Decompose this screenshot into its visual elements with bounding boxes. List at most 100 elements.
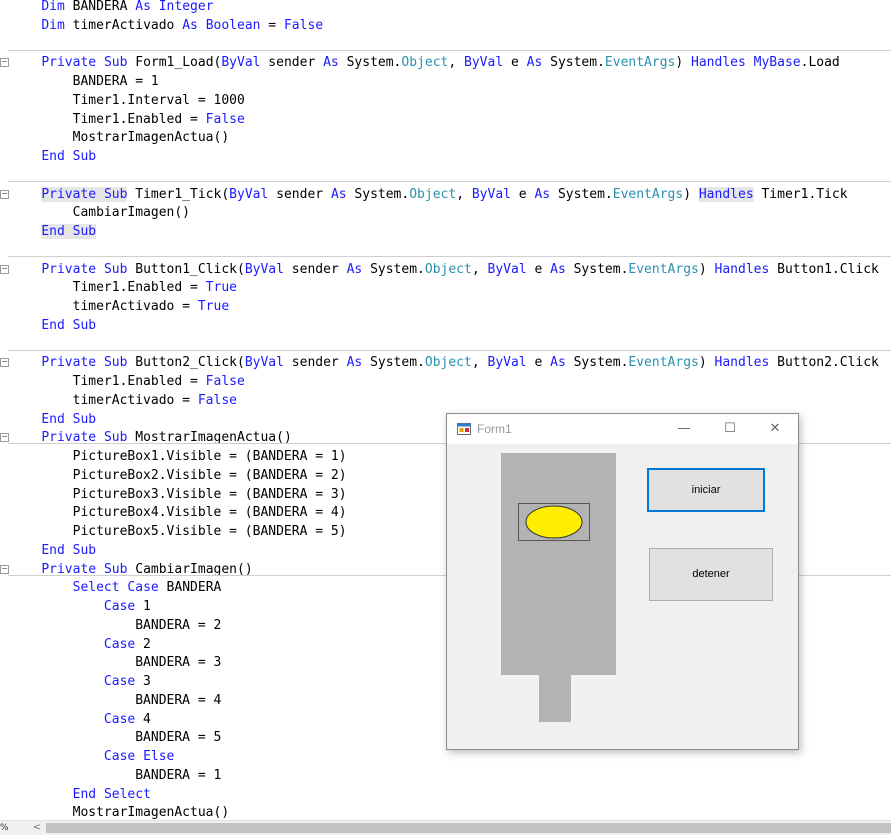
code-line[interactable]: Private Sub Timer1_Tick(ByVal sender As … <box>0 185 891 204</box>
code-token: , <box>471 355 488 371</box>
code-line[interactable]: Timer1.Enabled = False <box>0 110 891 129</box>
code-token: System. <box>362 261 425 277</box>
code-line-text: Private Sub Button2_Click(ByVal sender A… <box>10 353 879 372</box>
code-token: , <box>456 186 472 202</box>
collapse-toggle-icon[interactable]: − <box>0 58 9 68</box>
window-title: Form1 <box>477 422 512 436</box>
keyword-token: ByVal <box>229 186 269 202</box>
code-line[interactable]: timerActivado = False <box>0 391 891 410</box>
keyword-token: As <box>330 186 347 202</box>
code-token: System. <box>565 355 629 371</box>
code-line-text: BANDERA = 5 <box>10 728 221 747</box>
code-line[interactable]: Timer1.Interval = 1000 <box>0 91 891 110</box>
code-line[interactable]: CambiarImagen() <box>0 203 891 222</box>
keyword-token: End <box>72 786 97 802</box>
form1-window[interactable]: Form1 — ☐ ✕ iniciar detener <box>446 413 799 750</box>
code-token: ) <box>675 55 692 71</box>
scroll-left-arrow-icon[interactable]: < <box>32 821 42 835</box>
code-line[interactable]: End Sub <box>0 222 891 241</box>
code-line[interactable]: Dim timerActivado As Boolean = False <box>0 16 891 35</box>
maximize-button[interactable]: ☐ <box>707 414 753 444</box>
code-line[interactable] <box>0 166 891 185</box>
keyword-token: As <box>182 17 198 33</box>
type-token: EventArgs <box>612 186 684 202</box>
close-button[interactable]: ✕ <box>752 414 798 444</box>
code-token: Button1_Click( <box>127 261 245 277</box>
code-line[interactable]: Timer1.Enabled = False <box>0 372 891 391</box>
code-token: sender <box>283 261 347 277</box>
code-line[interactable] <box>0 241 891 260</box>
code-line[interactable]: Private Sub Button1_Click(ByVal sender A… <box>0 260 891 279</box>
code-line[interactable]: Private Sub Form1_Load(ByVal sender As S… <box>0 53 891 72</box>
type-token: Object <box>401 55 449 71</box>
type-token: EventArgs <box>604 55 676 71</box>
keyword-token: Case <box>127 580 159 596</box>
code-line[interactable]: MostrarImagenActua() <box>0 803 891 820</box>
keyword-token: Case <box>103 674 136 689</box>
collapse-toggle-icon[interactable]: − <box>0 564 9 574</box>
code-line-text: BANDERA = 3 <box>10 653 221 672</box>
code-token: MostrarImagenActua() <box>10 130 230 146</box>
code-line[interactable]: Timer1.Enabled = True <box>0 278 891 297</box>
code-line[interactable]: timerActivado = True <box>0 297 891 316</box>
zoom-level[interactable]: % <box>0 821 28 835</box>
keyword-token: Sub <box>103 186 128 202</box>
type-token: EventArgs <box>628 261 699 277</box>
code-token: 2 <box>135 636 151 652</box>
keyword-token: Case <box>103 636 136 652</box>
code-line-text: Select Case BANDERA <box>10 578 222 597</box>
code-line[interactable]: End Select <box>0 785 891 804</box>
detener-button[interactable]: detener <box>649 548 773 601</box>
keyword-token: As <box>550 355 566 371</box>
keyword-token: End <box>41 224 65 239</box>
code-token: BANDERA = 5 <box>10 730 222 746</box>
code-line[interactable]: MostrarImagenActua() <box>0 128 891 147</box>
iniciar-button[interactable]: iniciar <box>647 468 765 512</box>
collapse-toggle-icon[interactable]: − <box>0 264 9 274</box>
keyword-token: Handles <box>691 55 746 71</box>
code-token: BANDERA = 3 <box>10 655 222 671</box>
window-title-bar[interactable]: Form1 — ☐ ✕ <box>447 414 798 444</box>
horizontal-scrollbar-thumb[interactable] <box>46 823 891 833</box>
code-token: BANDERA <box>64 0 136 14</box>
code-line[interactable]: Private Sub Button2_Click(ByVal sender A… <box>0 353 891 372</box>
keyword-token: Select <box>72 580 120 596</box>
code-line[interactable]: End Sub <box>0 147 891 166</box>
code-line[interactable]: BANDERA = 1 <box>0 766 891 785</box>
code-token: 4 <box>135 711 151 727</box>
keyword-token: As <box>346 261 363 277</box>
method-separator <box>8 180 891 182</box>
code-line[interactable]: Dim BANDERA As Integer <box>0 0 891 16</box>
collapse-toggle-icon[interactable]: − <box>0 189 9 199</box>
minimize-button[interactable]: — <box>661 414 707 444</box>
code-line-text: End Sub <box>10 541 96 560</box>
code-line[interactable] <box>0 35 891 54</box>
code-token: sender <box>268 186 331 202</box>
keyword-token: As <box>135 0 151 14</box>
collapse-toggle-icon[interactable]: − <box>0 358 9 368</box>
keyword-token: Private <box>41 261 97 277</box>
code-line[interactable] <box>0 335 891 354</box>
code-line[interactable]: BANDERA = 1 <box>0 72 891 91</box>
keyword-token: True <box>205 280 237 296</box>
keyword-token: Private <box>41 55 97 71</box>
collapse-toggle-icon[interactable]: − <box>0 433 9 443</box>
code-line-text: Timer1.Enabled = False <box>10 372 245 391</box>
code-token: Button2_Click( <box>127 355 245 371</box>
keyword-token: Sub <box>72 317 97 333</box>
code-token: ) <box>683 186 699 202</box>
keyword-token: Case <box>103 749 136 764</box>
code-line-text: Timer1.Interval = 1000 <box>10 91 245 110</box>
code-line[interactable]: End Sub <box>0 316 891 335</box>
code-token: PictureBox1.Visible = (BANDERA = 1) <box>10 449 347 464</box>
keyword-token: Case <box>103 599 136 614</box>
keyword-token: ByVal <box>221 55 261 71</box>
code-line-text: Private Sub Timer1_Tick(ByVal sender As … <box>10 185 848 204</box>
